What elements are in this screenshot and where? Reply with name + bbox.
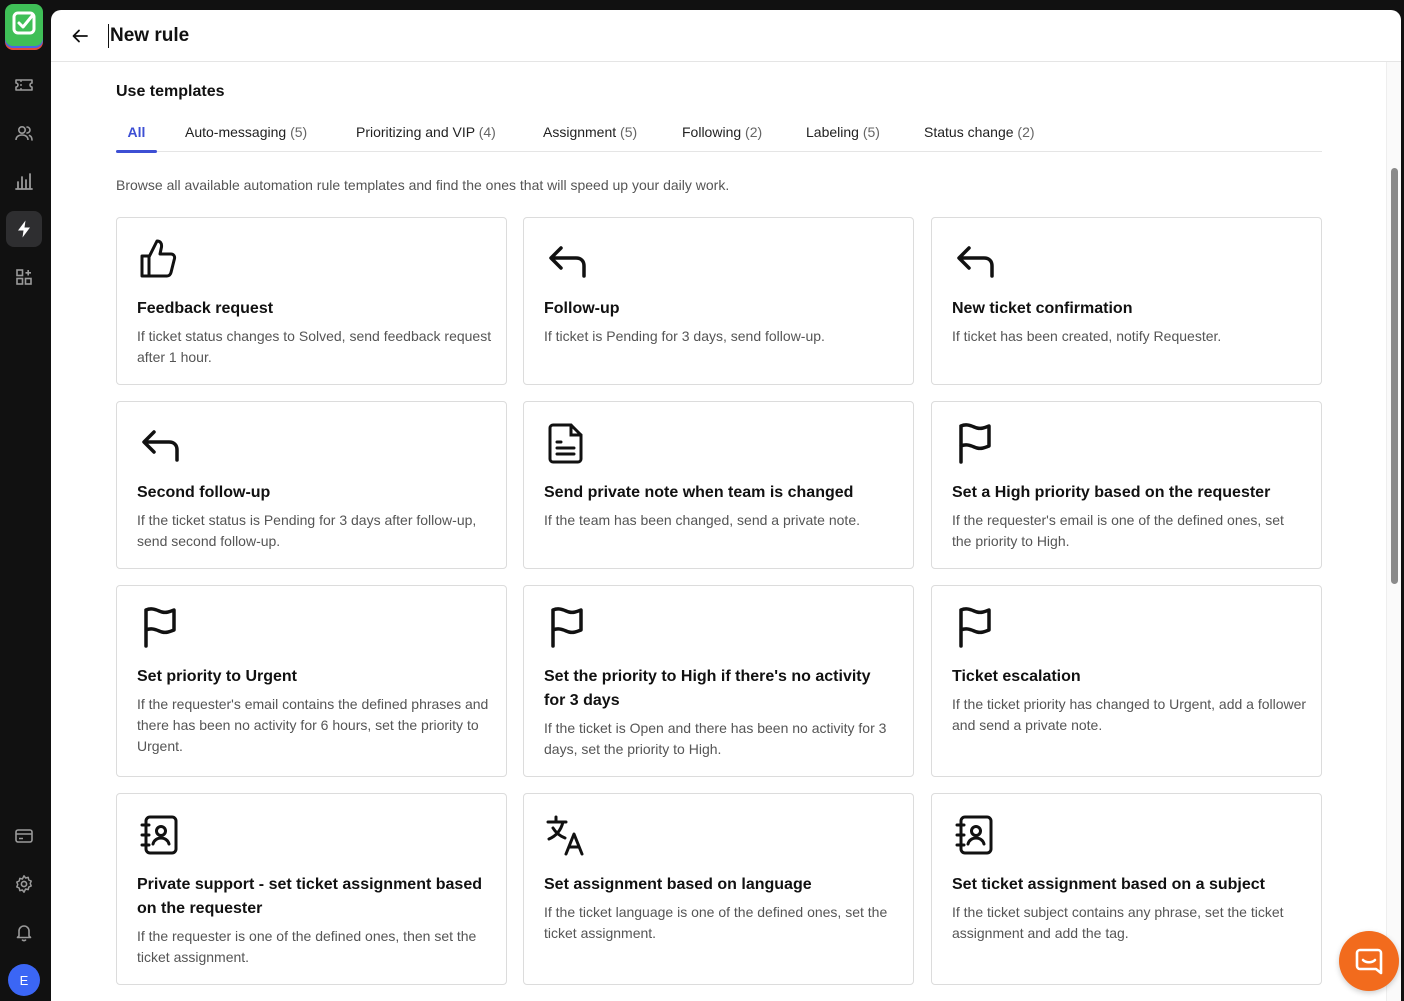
card-title: Set the priority to High if there's no a…: [544, 668, 871, 709]
tab-label: Assignment: [543, 124, 617, 140]
template-card-ticket-escalation[interactable]: Ticket escalation If the ticket priority…: [931, 585, 1322, 777]
card-description: If the requester's email is one of the d…: [952, 512, 1284, 549]
template-card-priority-urgent[interactable]: Set priority to Urgent If the requester'…: [116, 585, 507, 777]
tab-status-change[interactable]: Status change (2): [924, 120, 1035, 152]
tab-label: All: [127, 124, 146, 140]
page-title[interactable]: New rule: [108, 24, 189, 48]
card-title: Set ticket assignment based on a subject: [952, 876, 1265, 893]
automation-icon: [18, 220, 30, 238]
tab-labeling[interactable]: Labeling (5): [806, 120, 880, 152]
contact-book-icon: [140, 815, 178, 855]
section-description: Browse all available automation rule tem…: [116, 177, 730, 193]
reply-arrow-icon: [549, 246, 586, 278]
template-card-high-priority-no-activity[interactable]: Set the priority to High if there's no a…: [523, 585, 914, 777]
template-card-high-priority-requester[interactable]: Set a High priority based on the request…: [931, 401, 1322, 569]
tab-all[interactable]: All: [116, 120, 157, 153]
sidebar-item-apps[interactable]: [6, 259, 42, 295]
back-button[interactable]: [69, 25, 91, 47]
tab-count: (5): [290, 124, 308, 140]
tab-count: (5): [862, 124, 880, 140]
tab-assignment[interactable]: Assignment (5): [543, 120, 637, 152]
card-title: Private support - set ticket assignment …: [137, 876, 482, 917]
card-description: If ticket is Pending for 3 days, send fo…: [544, 328, 825, 344]
flag-icon: [959, 423, 991, 464]
tab-label: Prioritizing and VIP: [356, 124, 475, 140]
flag-icon: [551, 607, 583, 648]
reply-arrow-icon: [957, 246, 994, 278]
card-title: Send private note when team is changed: [544, 484, 854, 501]
contact-book-icon: [955, 815, 993, 855]
flag-icon: [959, 607, 991, 648]
scrollbar[interactable]: [1386, 62, 1401, 1001]
customers-icon: [15, 125, 33, 141]
app-logo[interactable]: [4, 4, 44, 52]
tab-count: (2): [1017, 124, 1035, 140]
tab-count: (5): [620, 124, 638, 140]
sidebar-item-tickets[interactable]: [6, 67, 42, 103]
translate-icon: [546, 815, 584, 856]
flag-icon: [144, 607, 176, 648]
template-card-assignment-subject[interactable]: Set ticket assignment based on a subject…: [931, 793, 1322, 985]
sidebar-item-billing[interactable]: [6, 818, 42, 854]
card-title: Set a High priority based on the request…: [952, 484, 1271, 501]
tab-auto-messaging[interactable]: Auto-messaging (5): [185, 120, 307, 152]
tab-following[interactable]: Following (2): [682, 120, 762, 152]
card-description: If the ticket status is Pending for 3 da…: [137, 512, 477, 549]
apps-icon: [16, 269, 32, 285]
card-description: If the ticket is Open and there has been…: [544, 720, 887, 757]
tab-label: Following: [682, 124, 742, 140]
tab-label: Status change: [924, 124, 1014, 140]
card-description: If ticket status changes to Solved, send…: [137, 328, 492, 365]
sidebar-item-automation[interactable]: [6, 211, 42, 247]
main-panel: New rule Use templates All Auto-messagin…: [51, 10, 1401, 1001]
template-card-feedback-request[interactable]: Feedback request If ticket status change…: [116, 217, 507, 385]
card-title: Set assignment based on language: [544, 876, 812, 893]
template-card-follow-up[interactable]: Follow-up If ticket is Pending for 3 day…: [523, 217, 914, 385]
template-card-private-note-team-changed[interactable]: Send private note when team is changed I…: [523, 401, 914, 569]
template-card-new-ticket-confirmation[interactable]: New ticket confirmation If ticket has be…: [931, 217, 1322, 385]
card-description: If the ticket subject contains any phras…: [952, 904, 1284, 941]
arrow-left-icon: [72, 29, 88, 43]
tab-label: Labeling: [806, 124, 859, 140]
card-description: If ticket has been created, notify Reque…: [952, 328, 1222, 344]
tickets-icon: [15, 79, 33, 91]
settings-icon: [16, 875, 32, 893]
card-title: Second follow-up: [137, 484, 271, 501]
document-icon: [548, 423, 583, 464]
card-title: New ticket confirmation: [952, 300, 1133, 317]
card-description: If the ticket priority has changed to Ur…: [952, 696, 1307, 733]
sidebar-item-settings[interactable]: [6, 866, 42, 902]
sidebar-item-notifications[interactable]: [6, 914, 42, 950]
chat-icon: [1355, 948, 1383, 975]
card-description: If the requester is one of the defined o…: [137, 928, 477, 965]
header: New rule: [51, 10, 1401, 62]
sidebar-item-customers[interactable]: [6, 115, 42, 151]
template-card-private-support-assignment[interactable]: Private support - set ticket assignment …: [116, 793, 507, 985]
card-description: If the team has been changed, send a pri…: [544, 512, 860, 528]
sidebar-item-reports[interactable]: [6, 163, 42, 199]
card-title: Feedback request: [137, 300, 274, 317]
tab-label: Auto-messaging: [185, 124, 287, 140]
template-card-second-follow-up[interactable]: Second follow-up If the ticket status is…: [116, 401, 507, 569]
reports-icon: [15, 173, 33, 190]
reply-arrow-icon: [142, 430, 179, 462]
tab-count: (2): [745, 124, 763, 140]
card-description: If the ticket language is one of the def…: [544, 904, 888, 941]
billing-icon: [15, 829, 33, 843]
sidebar: E: [0, 0, 48, 1001]
card-title: Follow-up: [544, 300, 620, 317]
template-card-assignment-language[interactable]: Set assignment based on language If the …: [523, 793, 914, 985]
notifications-icon: [16, 925, 32, 942]
card-title: Set priority to Urgent: [137, 668, 298, 685]
card-description: If the requester's email contains the de…: [137, 696, 489, 754]
scrollbar-thumb[interactable]: [1391, 168, 1398, 584]
thumbs-up-icon: [140, 239, 177, 278]
template-tabs: All Auto-messaging (5) Prioritizing and …: [116, 120, 1322, 153]
user-avatar[interactable]: E: [8, 964, 40, 996]
tab-prioritizing-vip[interactable]: Prioritizing and VIP (4): [356, 120, 496, 152]
tab-count: (4): [478, 124, 496, 140]
chat-widget-button[interactable]: [1339, 931, 1399, 991]
card-title: Ticket escalation: [952, 668, 1081, 685]
section-title: Use templates: [116, 83, 225, 100]
